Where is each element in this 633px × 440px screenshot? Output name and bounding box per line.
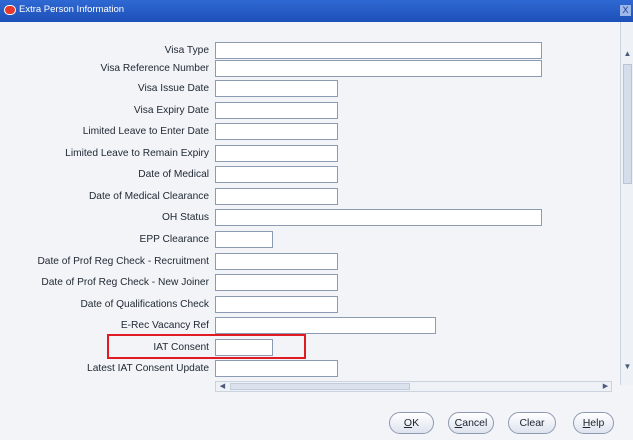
date-of-medical-field[interactable] xyxy=(215,166,338,183)
clear-button[interactable]: Clear xyxy=(508,412,556,434)
epp-clearance-label: EPP Clearance xyxy=(139,234,209,245)
limited-leave-enter-date-label: Limited Leave to Enter Date xyxy=(82,126,209,137)
scroll-up-arrow-icon[interactable]: ▲ xyxy=(622,49,633,59)
visa-issue-date-label: Visa Issue Date xyxy=(137,83,209,94)
ok-mnemonic: O xyxy=(403,417,413,429)
visa-reference-number-label: Visa Reference Number xyxy=(100,63,209,74)
ok-button[interactable]: OK xyxy=(389,412,434,434)
scroll-right-arrow-icon[interactable]: ▶ xyxy=(601,382,610,391)
latest-iat-consent-update-field[interactable] xyxy=(215,360,338,377)
date-of-medical-clearance-field[interactable] xyxy=(215,188,338,205)
horizontal-scroll-thumb[interactable] xyxy=(230,383,410,390)
help-button[interactable]: Help xyxy=(573,412,614,434)
date-of-medical-clearance-label: Date of Medical Clearance xyxy=(88,191,209,202)
visa-expiry-date-field[interactable] xyxy=(215,102,338,119)
prof-reg-check-recruitment-label: Date of Prof Reg Check - Recruitment xyxy=(37,256,209,267)
prof-reg-check-new-joiner-field[interactable] xyxy=(215,274,338,291)
visa-type-label: Visa Type xyxy=(164,45,209,56)
limited-leave-remain-expiry-label: Limited Leave to Remain Expiry xyxy=(65,148,209,159)
latest-iat-consent-update-label: Latest IAT Consent Update xyxy=(87,363,209,374)
ok-label-rest: K xyxy=(412,417,420,429)
visa-issue-date-field[interactable] xyxy=(215,80,338,97)
vertical-scroll-thumb[interactable] xyxy=(623,64,632,184)
vertical-scrollbar[interactable]: ▲ ▼ xyxy=(620,22,633,385)
oh-status-field[interactable] xyxy=(215,209,542,226)
visa-type-field[interactable] xyxy=(215,42,542,59)
e-rec-vacancy-ref-label: E-Rec Vacancy Ref xyxy=(120,320,209,331)
date-of-medical-label: Date of Medical xyxy=(138,169,209,180)
window-title: Extra Person Information xyxy=(19,4,125,15)
prof-reg-check-recruitment-field[interactable] xyxy=(215,253,338,270)
close-button[interactable]: X xyxy=(620,5,631,16)
prof-reg-check-new-joiner-label: Date of Prof Reg Check - New Joiner xyxy=(41,277,209,288)
form-panel: Visa Type Visa Reference Number Visa Iss… xyxy=(0,22,633,440)
title-bar: Extra Person Information X xyxy=(0,0,633,22)
e-rec-vacancy-ref-field[interactable] xyxy=(215,317,436,334)
qualifications-check-field[interactable] xyxy=(215,296,338,313)
oh-status-label: OH Status xyxy=(162,212,209,223)
cancel-button[interactable]: Cancel xyxy=(448,412,494,434)
iat-consent-highlight-box xyxy=(107,334,306,359)
extra-person-information-window: Extra Person Information X Visa Type Vis… xyxy=(0,0,633,440)
scroll-left-arrow-icon[interactable]: ◀ xyxy=(218,382,227,391)
epp-clearance-field[interactable] xyxy=(215,231,273,248)
visa-reference-number-field[interactable] xyxy=(215,60,542,77)
oracle-app-icon xyxy=(4,5,16,15)
limited-leave-remain-expiry-field[interactable] xyxy=(215,145,338,162)
help-label-rest: elp xyxy=(590,417,605,429)
qualifications-check-label: Date of Qualifications Check xyxy=(80,299,209,310)
limited-leave-enter-date-field[interactable] xyxy=(215,123,338,140)
scroll-down-arrow-icon[interactable]: ▼ xyxy=(622,362,633,372)
cancel-label-rest: ancel xyxy=(462,417,488,429)
horizontal-scrollbar[interactable]: ◀ ▶ xyxy=(215,381,612,392)
visa-expiry-date-label: Visa Expiry Date xyxy=(133,105,209,116)
